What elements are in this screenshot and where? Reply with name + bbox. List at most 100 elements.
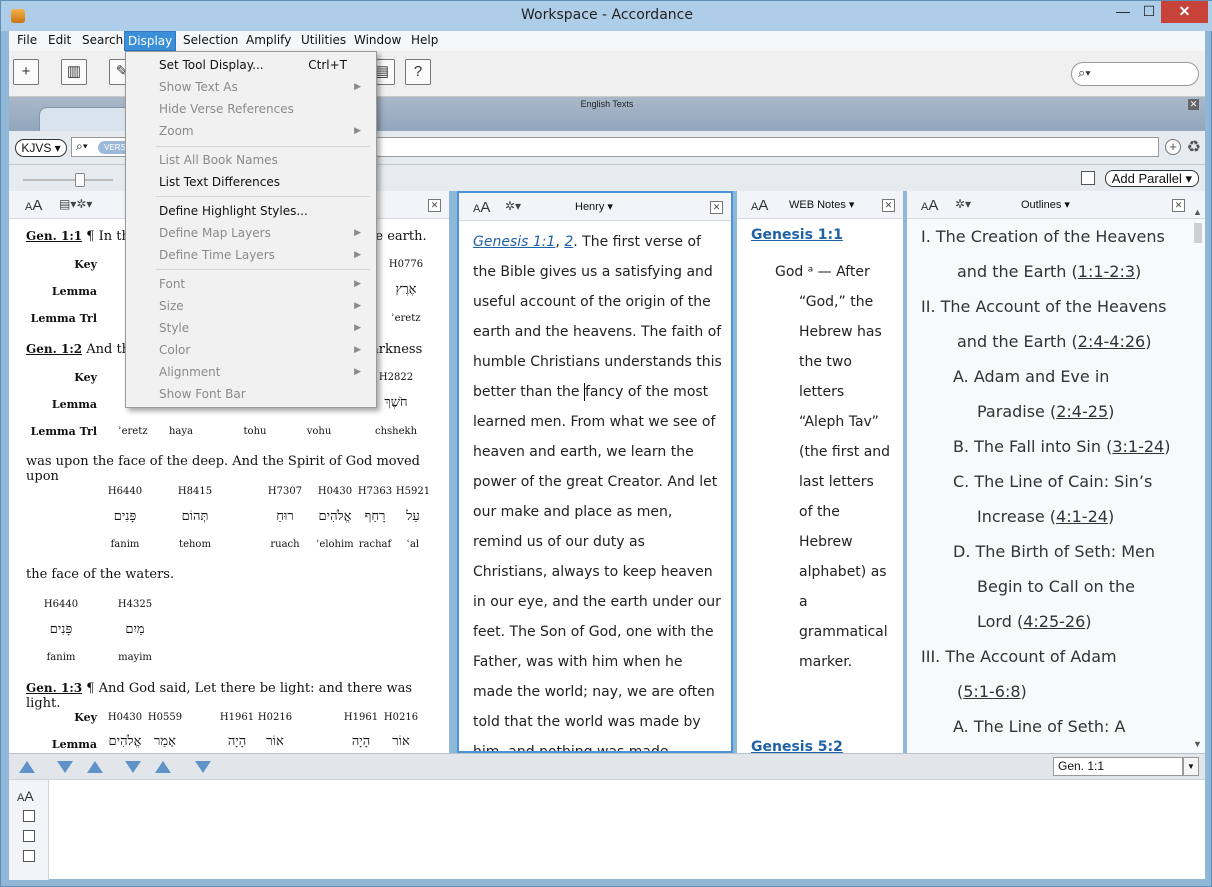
menu-item-zoom[interactable]: Zoom ▶	[159, 120, 371, 142]
close-zone-icon[interactable]: ✕	[1188, 99, 1199, 110]
hebrew-lemma[interactable]: חֹשֶׁךְ	[371, 394, 421, 410]
strongs-key[interactable]: H0430	[313, 486, 357, 497]
strongs-key[interactable]: H2822	[371, 372, 421, 383]
strongs-key[interactable]: H1961	[339, 712, 383, 723]
verse-link[interactable]: 2	[564, 234, 573, 250]
font-size-icon[interactable]: AA	[473, 199, 490, 216]
maximize-button[interactable]: ☐	[1135, 1, 1163, 23]
next-verse-icon[interactable]	[57, 761, 73, 773]
notes-icon[interactable]	[23, 830, 35, 842]
hebrew-lemma[interactable]: אֱלֹהִים	[313, 508, 357, 524]
hebrew-lemma[interactable]: מַיִם	[113, 621, 157, 637]
previous-book-icon[interactable]	[155, 761, 171, 773]
close-pane-icon[interactable]: ✕	[882, 199, 895, 212]
library-icon[interactable]: ▥	[61, 59, 87, 85]
hebrew-lemma[interactable]: הָיָה	[339, 733, 383, 749]
note-reference[interactable]: Genesis 1:1	[751, 227, 843, 243]
strongs-key[interactable]: H8415	[173, 486, 217, 497]
strongs-key[interactable]: H0776	[381, 259, 431, 270]
menu-item-define-time-layers[interactable]: Define Time Layers ▶	[159, 244, 371, 266]
add-parallel-button[interactable]: Add Parallel ▾	[1104, 170, 1199, 187]
minimize-button[interactable]: —	[1109, 1, 1137, 23]
previous-chapter-icon[interactable]	[87, 761, 103, 773]
settings-gear-icon[interactable]: ✲▾	[955, 197, 971, 211]
pane-title[interactable]: Henry ▾	[575, 200, 613, 213]
tab-english-texts[interactable]	[39, 107, 135, 131]
module-selector[interactable]: KJVS ▾	[15, 139, 67, 157]
menu-item-list-text-differences[interactable]: List Text Differences	[159, 171, 371, 193]
menu-amplify[interactable]: Amplify	[243, 33, 294, 47]
hebrew-lemma[interactable]: פָּנִים	[39, 621, 83, 637]
pane-title[interactable]: Outlines ▾	[1021, 198, 1070, 211]
pane-title[interactable]: WEB Notes ▾	[789, 198, 854, 211]
settings-gear-icon[interactable]: ✲▾	[505, 199, 521, 213]
hebrew-lemma[interactable]: אוֹר	[253, 733, 297, 749]
vertical-scrollbar[interactable]: ▲ ▼	[1193, 207, 1203, 749]
copy-icon[interactable]	[23, 850, 35, 862]
font-size-icon[interactable]: AA	[921, 197, 938, 214]
strongs-key[interactable]: H6440	[103, 486, 147, 497]
hebrew-lemma[interactable]: רוּחַ	[263, 508, 307, 524]
menu-item-hide-verse-references[interactable]: Hide Verse References	[159, 98, 371, 120]
help-icon[interactable]: ?	[405, 59, 431, 85]
hebrew-lemma[interactable]: תְּהוֹם	[173, 508, 217, 524]
details-icon[interactable]	[23, 810, 35, 822]
font-size-icon[interactable]: AA	[25, 197, 42, 214]
strongs-key[interactable]: H0559	[143, 712, 187, 723]
menu-file[interactable]: File	[14, 33, 40, 47]
hebrew-lemma[interactable]: אָמַר	[143, 733, 187, 749]
context-slider[interactable]	[23, 179, 113, 181]
menu-utilities[interactable]: Utilities	[298, 33, 349, 47]
slider-knob[interactable]	[75, 173, 85, 187]
verse-ref[interactable]: Gen. 1:2	[26, 342, 82, 356]
note-reference[interactable]: Genesis 5:2	[751, 739, 843, 753]
menu-item-color[interactable]: Color ▶	[159, 339, 371, 361]
outline-ref-link[interactable]: 4:25-26	[1023, 612, 1085, 631]
verse-link[interactable]: Genesis 1:1	[473, 234, 555, 250]
strongs-key[interactable]: H6440	[39, 599, 83, 610]
scroll-down-icon[interactable]: ▼	[1193, 739, 1202, 749]
menu-item-show-font-bar[interactable]: Show Font Bar	[159, 383, 371, 405]
close-pane-icon[interactable]: ✕	[710, 201, 723, 214]
outline-ref-link[interactable]: 2:4-4:26	[1078, 332, 1145, 351]
menu-window[interactable]: Window	[351, 33, 404, 47]
strongs-key[interactable]: H0430	[103, 712, 147, 723]
menu-item-define-map-layers[interactable]: Define Map Layers ▶	[159, 222, 371, 244]
next-chapter-icon[interactable]	[125, 761, 141, 773]
menu-item-alignment[interactable]: Alignment ▶	[159, 361, 371, 383]
add-search-icon[interactable]: +	[1165, 139, 1181, 155]
menu-item-show-text-as[interactable]: Show Text As ▶	[159, 76, 371, 98]
refresh-icon[interactable]: ♻	[1187, 137, 1201, 157]
hebrew-lemma[interactable]: פָּנִים	[103, 508, 147, 524]
strongs-key[interactable]: H5921	[391, 486, 435, 497]
global-search-input[interactable]: ⌕▾	[1071, 62, 1199, 86]
strongs-key[interactable]: H4325	[113, 599, 157, 610]
outline-ref-link[interactable]: 1:1-2:3	[1078, 262, 1135, 281]
menu-item-set-tool-display[interactable]: Set Tool Display... Ctrl+T	[159, 54, 371, 76]
menu-selection[interactable]: Selection	[180, 33, 241, 47]
menu-item-list-all-book-names[interactable]: List All Book Names	[159, 149, 371, 171]
close-button[interactable]: ✕	[1161, 1, 1208, 23]
font-size-icon[interactable]: AA	[17, 788, 34, 804]
chevron-down-icon[interactable]: ▼	[1183, 757, 1199, 776]
verse-ref[interactable]: Gen. 1:3	[26, 681, 82, 695]
menu-item-font[interactable]: Font ▶	[159, 273, 371, 295]
scroll-thumb[interactable]	[1194, 223, 1202, 243]
next-book-icon[interactable]	[195, 761, 211, 773]
previous-verse-icon[interactable]	[19, 761, 35, 773]
hebrew-lemma[interactable]: אוֹר	[379, 733, 423, 749]
close-pane-icon[interactable]: ✕	[1172, 199, 1185, 212]
verse-ref[interactable]: Gen. 1:1	[26, 229, 82, 243]
layout-icon[interactable]	[1081, 171, 1095, 185]
menu-help[interactable]: Help	[408, 33, 441, 47]
close-pane-icon[interactable]: ✕	[428, 199, 441, 212]
menu-search[interactable]: Search	[79, 33, 126, 47]
strongs-key[interactable]: H0216	[253, 712, 297, 723]
hebrew-lemma[interactable]: עַל	[391, 508, 435, 524]
new-document-icon[interactable]: +	[13, 59, 39, 85]
menu-item-size[interactable]: Size ▶	[159, 295, 371, 317]
scroll-up-icon[interactable]: ▲	[1193, 207, 1202, 217]
menu-display[interactable]: Display	[124, 31, 177, 51]
menu-item-style[interactable]: Style ▶	[159, 317, 371, 339]
strongs-key[interactable]: H0216	[379, 712, 423, 723]
